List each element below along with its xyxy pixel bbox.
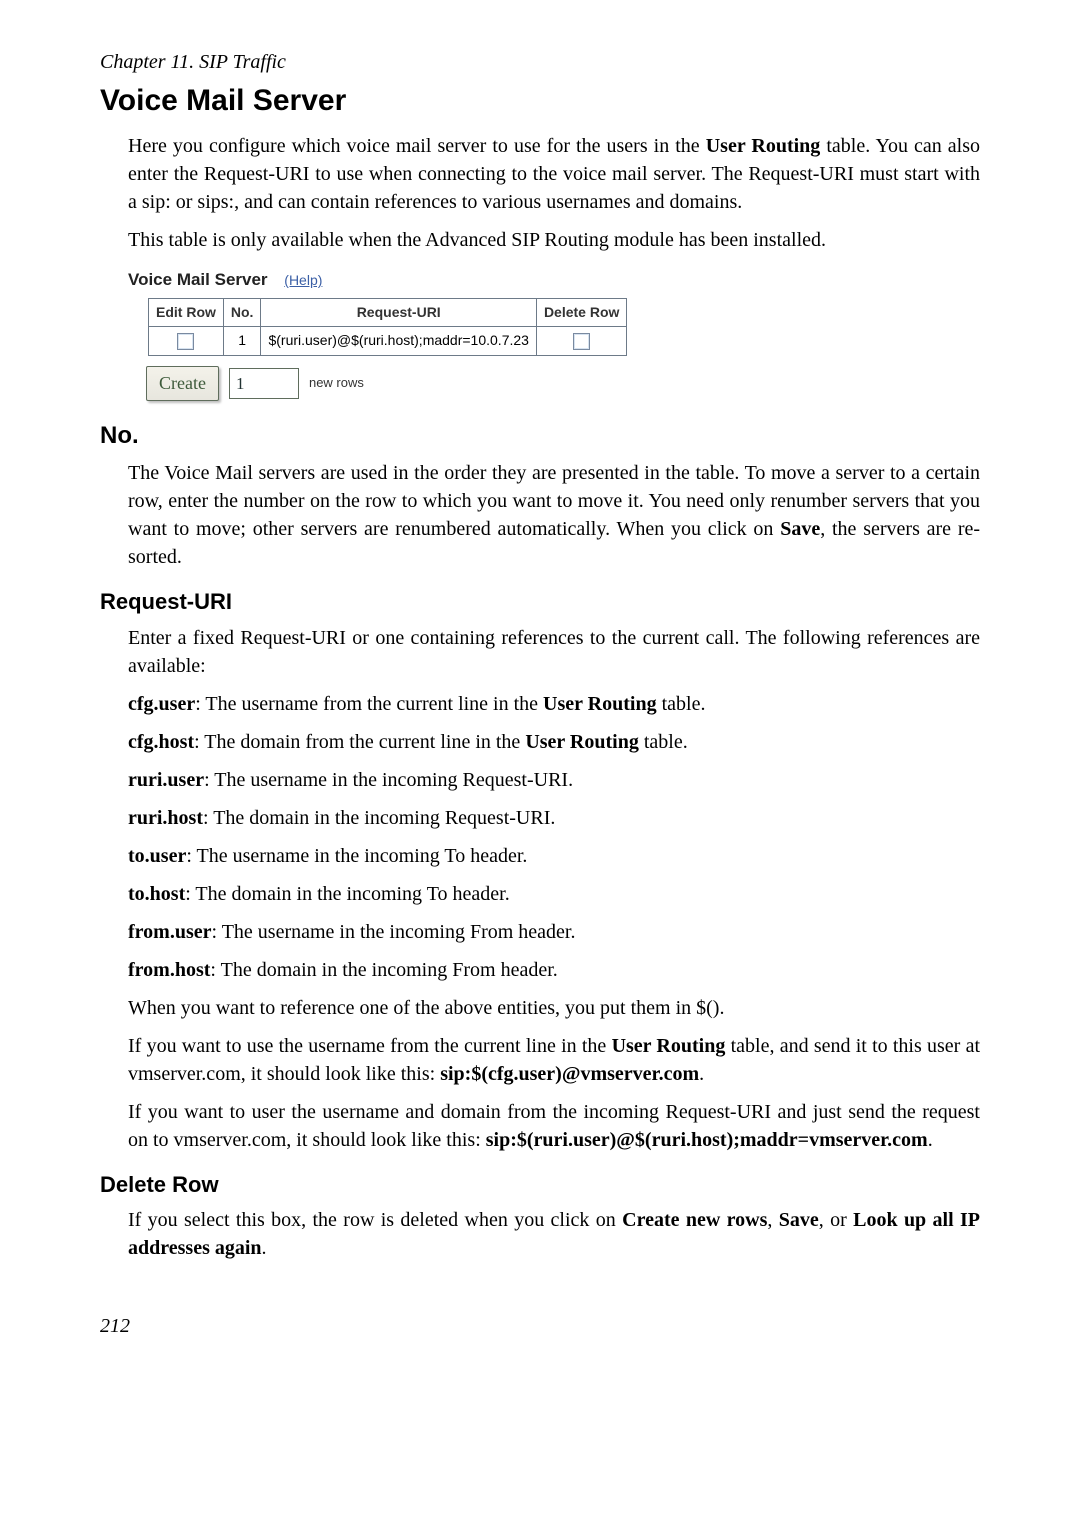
cell-no: 1 (223, 327, 261, 356)
ref-ruri-host: ruri.host: The domain in the incoming Re… (128, 804, 980, 832)
page-number: 212 (100, 1312, 980, 1340)
intro-paragraph-2: This table is only available when the Ad… (128, 226, 980, 254)
table-header-row: Edit Row No. Request-URI Delete Row (149, 298, 627, 327)
ref-ruri-user-text: : The username in the incoming Request-U… (204, 769, 573, 791)
ref-ruri-host-label: ruri.host (128, 807, 203, 829)
header-delete-row: Delete Row (536, 298, 626, 327)
delete-sep2: , or (819, 1209, 853, 1231)
ref-ruri-user-label: ruri.user (128, 769, 204, 791)
ref-from-host: from.host: The domain in the incoming Fr… (128, 956, 980, 984)
chapter-reference: Chapter 11. SIP Traffic (100, 48, 980, 76)
help-link[interactable]: (Help) (284, 272, 322, 288)
example1-a: If you want to use the username from the… (128, 1035, 612, 1057)
ref-ruri-user: ruri.user: The username in the incoming … (128, 766, 980, 794)
ref-ruri-host-text: : The domain in the incoming Request-URI… (203, 807, 555, 829)
delete-row-checkbox[interactable] (573, 333, 590, 350)
delete-bold1: Create new rows (622, 1209, 767, 1231)
delete-b: . (262, 1237, 267, 1259)
ref-cfg-host-label: cfg.host (128, 731, 194, 753)
request-uri-heading: Request-URI (100, 587, 980, 618)
header-no: No. (223, 298, 261, 327)
header-edit-row: Edit Row (149, 298, 224, 327)
no-bold-save: Save (780, 518, 820, 540)
table-row: 1 $(ruri.user)@$(ruri.host);maddr=10.0.7… (149, 327, 627, 356)
example-1: If you want to use the username from the… (128, 1032, 980, 1088)
delete-row-heading: Delete Row (100, 1170, 980, 1201)
no-heading: No. (100, 419, 980, 453)
create-row-controls: Create 1 new rows (146, 366, 728, 401)
ref-cfg-host: cfg.host: The domain from the current li… (128, 728, 980, 756)
request-uri-intro: Enter a fixed Request-URI or one contain… (128, 624, 980, 680)
ref-from-user-text: : The username in the incoming From head… (212, 921, 576, 943)
ref-cfg-host-text: : The domain from the current line in th… (194, 731, 525, 753)
ref-cfg-user-bold: User Routing (543, 693, 657, 715)
ref-from-host-text: : The domain in the incoming From header… (210, 959, 557, 981)
header-request-uri: Request-URI (261, 298, 536, 327)
example-2: If you want to user the username and dom… (128, 1098, 980, 1154)
example1-bold1: User Routing (612, 1035, 726, 1057)
ref-to-user-text: : The username in the incoming To header… (186, 845, 527, 867)
when-reference: When you want to reference one of the ab… (128, 994, 980, 1022)
ref-from-host-label: from.host (128, 959, 210, 981)
panel-title: Voice Mail Server (Help) (128, 268, 728, 292)
no-paragraph: The Voice Mail servers are used in the o… (128, 459, 980, 571)
ref-to-user-label: to.user (128, 845, 186, 867)
create-button[interactable]: Create (146, 366, 219, 401)
example2-bold: sip:$(ruri.user)@$(ruri.host);maddr=vmse… (486, 1129, 928, 1151)
ref-cfg-host-bold: User Routing (525, 731, 639, 753)
ref-cfg-user-text: : The username from the current line in … (195, 693, 543, 715)
delete-bold2: Save (779, 1209, 819, 1231)
ref-to-user: to.user: The username in the incoming To… (128, 842, 980, 870)
new-rows-label: new rows (309, 374, 364, 392)
page-title: Voice Mail Server (100, 80, 980, 122)
delete-row-paragraph: If you select this box, the row is delet… (128, 1206, 980, 1262)
panel-title-text: Voice Mail Server (128, 270, 268, 289)
intro-bold-user-routing: User Routing (706, 135, 821, 157)
new-rows-input[interactable]: 1 (229, 368, 299, 400)
ref-cfg-host-tail: table. (639, 731, 688, 753)
edit-row-checkbox[interactable] (177, 333, 194, 350)
ref-to-host-label: to.host (128, 883, 185, 905)
cell-delete-checkbox (536, 327, 626, 356)
ref-to-host: to.host: The domain in the incoming To h… (128, 880, 980, 908)
ref-from-user-label: from.user (128, 921, 212, 943)
voice-mail-server-table: Edit Row No. Request-URI Delete Row 1 $(… (148, 298, 627, 356)
ref-cfg-user-tail: table. (657, 693, 706, 715)
ref-cfg-user-label: cfg.user (128, 693, 195, 715)
intro-paragraph-1: Here you configure which voice mail serv… (128, 132, 980, 216)
intro-text-1a: Here you configure which voice mail serv… (128, 135, 706, 157)
delete-a: If you select this box, the row is delet… (128, 1209, 622, 1231)
example1-c: . (699, 1063, 704, 1085)
cell-request-uri: $(ruri.user)@$(ruri.host);maddr=10.0.7.2… (261, 327, 536, 356)
delete-sep1: , (767, 1209, 778, 1231)
cell-edit-checkbox (149, 327, 224, 356)
example2-b: . (928, 1129, 933, 1151)
example1-bold2: sip:$(cfg.user)@vmserver.com (440, 1063, 699, 1085)
ref-cfg-user: cfg.user: The username from the current … (128, 690, 980, 718)
voice-mail-server-panel: Voice Mail Server (Help) Edit Row No. Re… (128, 268, 728, 401)
ref-from-user: from.user: The username in the incoming … (128, 918, 980, 946)
ref-to-host-text: : The domain in the incoming To header. (185, 883, 509, 905)
